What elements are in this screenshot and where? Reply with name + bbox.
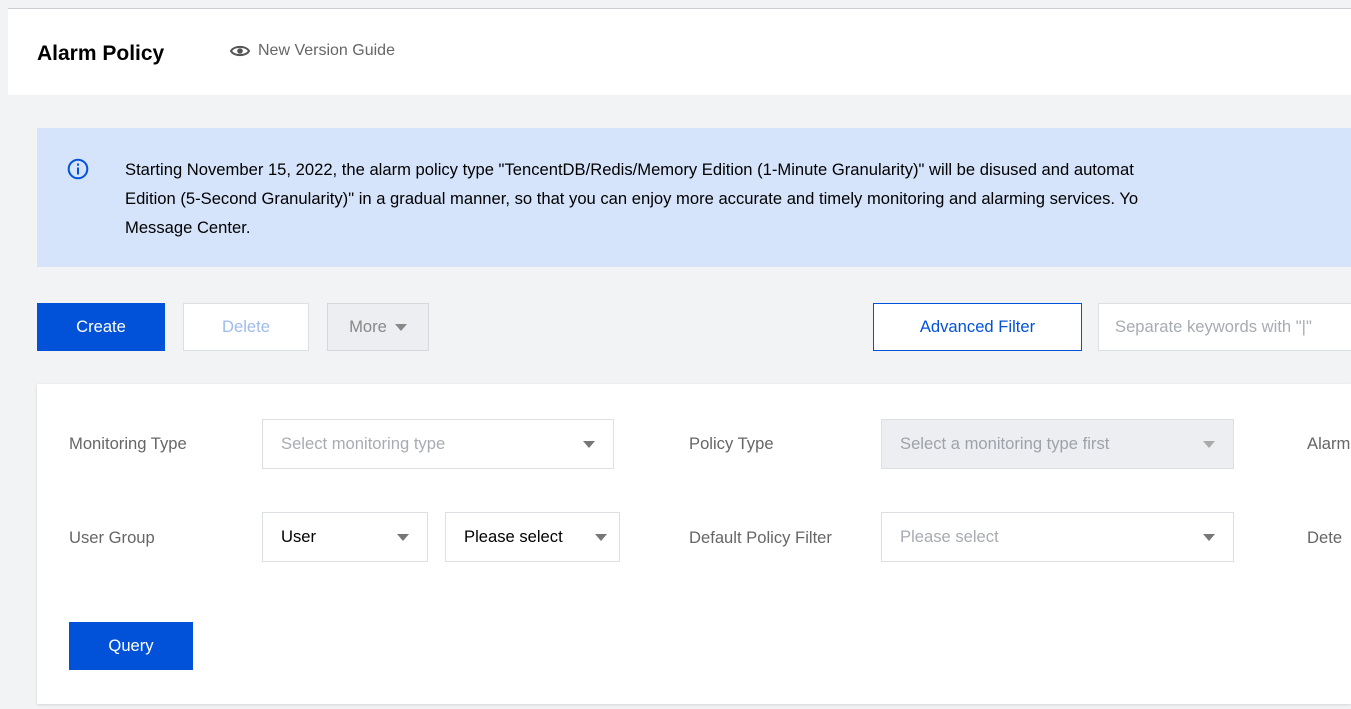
caret-down-icon	[1203, 533, 1215, 541]
page-header: Alarm Policy New Version Guide	[8, 9, 1351, 95]
user-group-type-value: User	[281, 527, 317, 546]
new-version-guide-label: New Version Guide	[258, 42, 395, 59]
user-group-type-select[interactable]: User	[262, 512, 428, 562]
caret-down-icon	[595, 533, 607, 541]
default-policy-filter-label: Default Policy Filter	[689, 528, 832, 547]
info-circle-icon	[67, 158, 89, 185]
caret-down-icon	[583, 440, 595, 448]
notice-banner: Starting November 15, 2022, the alarm po…	[37, 128, 1351, 267]
default-policy-filter-placeholder: Please select	[900, 527, 999, 546]
user-group-label: User Group	[69, 528, 155, 547]
alarm-label: Alarm	[1307, 434, 1351, 453]
monitoring-type-label: Monitoring Type	[69, 434, 187, 453]
more-label: More	[349, 317, 387, 336]
notice-line: Edition (5-Second Granularity)" in a gra…	[125, 189, 1139, 208]
delete-button[interactable]: Delete	[183, 303, 309, 351]
policy-type-placeholder: Select a monitoring type first	[900, 434, 1110, 453]
notice-line: Starting November 15, 2022, the alarm po…	[125, 160, 1134, 179]
query-button[interactable]: Query	[69, 622, 193, 670]
more-dropdown-button[interactable]: More	[327, 303, 429, 351]
detection-label: Dete	[1307, 528, 1343, 547]
policy-type-select[interactable]: Select a monitoring type first	[881, 419, 1234, 469]
caret-down-icon	[394, 323, 407, 331]
notice-line: Message Center.	[125, 218, 251, 237]
user-group-placeholder: Please select	[464, 527, 563, 546]
search-input[interactable]	[1098, 303, 1351, 351]
page-title: Alarm Policy	[37, 42, 165, 65]
new-version-guide-link[interactable]: New Version Guide	[230, 42, 395, 60]
caret-down-icon	[397, 533, 409, 541]
user-group-select[interactable]: Please select	[445, 512, 620, 562]
caret-down-icon	[1203, 440, 1215, 448]
default-policy-filter-select[interactable]: Please select	[881, 512, 1234, 562]
eye-icon	[230, 44, 250, 58]
create-button[interactable]: Create	[37, 303, 165, 351]
policy-type-label: Policy Type	[689, 434, 774, 453]
advanced-filter-button[interactable]: Advanced Filter	[873, 303, 1082, 351]
monitoring-type-select[interactable]: Select monitoring type	[262, 419, 614, 469]
monitoring-type-placeholder: Select monitoring type	[281, 434, 446, 453]
